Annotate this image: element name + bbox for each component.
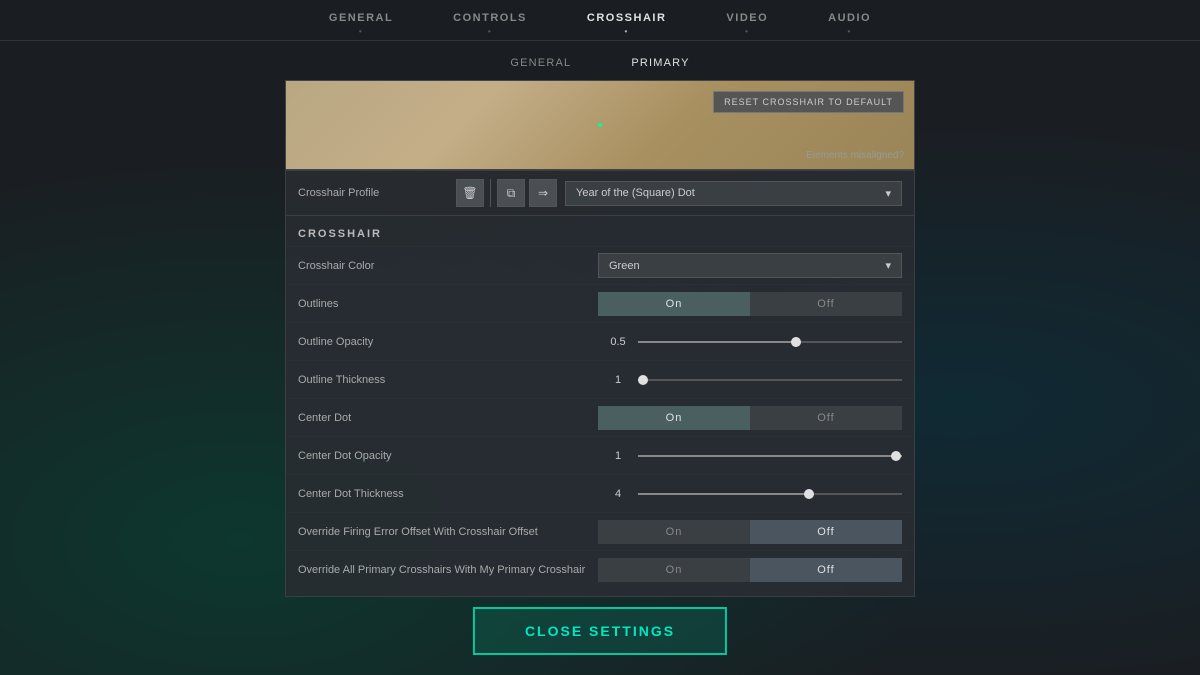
delete-profile-button[interactable]: 🗑: [456, 179, 484, 207]
override-primary-toggle: On Off: [598, 558, 902, 582]
nav-crosshair[interactable]: CROSSHAIR: [587, 12, 667, 32]
profile-selected-value: Year of the (Square) Dot: [576, 187, 695, 199]
override-primary-off-button[interactable]: Off: [750, 558, 902, 582]
slider-thumb: [791, 337, 801, 347]
profile-row: Crosshair Profile 🗑 ⧉ ⇒ Year of the (Squ…: [286, 171, 914, 216]
nav-video[interactable]: VIDEO: [726, 12, 768, 32]
profile-dropdown[interactable]: Year of the (Square) Dot ▾: [565, 181, 902, 206]
crosshair-color-row: Crosshair Color Green ▾: [286, 246, 914, 284]
outline-thickness-value: 1: [598, 374, 638, 386]
outlines-row: Outlines On Off: [286, 284, 914, 322]
subnav-general[interactable]: GENERAL: [480, 51, 601, 75]
slider-fill-3: [638, 455, 902, 457]
center-dot-thickness-row: Center Dot Thickness 4: [286, 474, 914, 512]
inner-lines-section-header: INNER LINES: [286, 588, 914, 596]
elements-misaligned-text: Elements misaligned?: [806, 150, 904, 161]
crosshair-section-header: CROSSHAIR: [286, 216, 914, 246]
main-content: RESET CROSSHAIR TO DEFAULT Elements misa…: [285, 80, 915, 597]
outline-opacity-slider[interactable]: [638, 332, 902, 352]
icon-divider: [490, 179, 491, 207]
close-settings-button[interactable]: CLOSE SETTINGS: [473, 607, 727, 655]
crosshair-color-value: Green: [609, 260, 640, 272]
outline-opacity-value: 0.5: [598, 336, 638, 348]
center-dot-opacity-value: 1: [598, 450, 638, 462]
center-dot-toggle: On Off: [598, 406, 902, 430]
profile-label: Crosshair Profile: [298, 187, 448, 199]
subnav-primary[interactable]: PRIMARY: [601, 51, 719, 75]
override-firing-toggle: On Off: [598, 520, 902, 544]
slider-thumb-4: [804, 489, 814, 499]
reset-crosshair-button[interactable]: RESET CROSSHAIR TO DEFAULT: [713, 91, 904, 113]
outlines-label: Outlines: [298, 298, 598, 310]
center-dot-thickness-label: Center Dot Thickness: [298, 488, 598, 500]
slider-fill-4: [638, 493, 810, 495]
top-navigation: GENERAL CONTROLS CROSSHAIR VIDEO AUDIO: [0, 0, 1200, 41]
center-dot-row: Center Dot On Off: [286, 398, 914, 436]
slider-track-3: [638, 455, 902, 457]
crosshair-color-control: Green ▾: [598, 253, 902, 278]
outline-thickness-row: Outline Thickness 1: [286, 360, 914, 398]
center-dot-off-button[interactable]: Off: [750, 406, 902, 430]
crosshair-preview: RESET CROSSHAIR TO DEFAULT Elements misa…: [285, 80, 915, 170]
crosshair-dot: [598, 123, 602, 127]
slider-fill: [638, 341, 796, 343]
slider-thumb-2: [638, 375, 648, 385]
override-firing-row: Override Firing Error Offset With Crossh…: [286, 512, 914, 550]
center-dot-thickness-value: 4: [598, 488, 638, 500]
outline-opacity-label: Outline Opacity: [298, 336, 598, 348]
settings-scroll-area[interactable]: CROSSHAIR Crosshair Color Green ▾ Outlin…: [286, 216, 914, 596]
sub-navigation: GENERAL PRIMARY: [0, 41, 1200, 75]
import-profile-button[interactable]: ⇒: [529, 179, 557, 207]
crosshair-color-label: Crosshair Color: [298, 260, 598, 272]
dropdown-arrow-icon: ▾: [885, 187, 891, 200]
override-primary-on-button[interactable]: On: [598, 558, 750, 582]
override-firing-off-button[interactable]: Off: [750, 520, 902, 544]
nav-controls[interactable]: CONTROLS: [453, 12, 527, 32]
center-dot-opacity-label: Center Dot Opacity: [298, 450, 598, 462]
slider-track-2: [638, 379, 902, 381]
override-firing-on-button[interactable]: On: [598, 520, 750, 544]
crosshair-color-dropdown[interactable]: Green ▾: [598, 253, 902, 278]
center-dot-on-button[interactable]: On: [598, 406, 750, 430]
outline-opacity-row: Outline Opacity 0.5: [286, 322, 914, 360]
nav-general[interactable]: GENERAL: [329, 12, 393, 32]
slider-track: [638, 341, 902, 343]
outlines-on-button[interactable]: On: [598, 292, 750, 316]
outlines-toggle: On Off: [598, 292, 902, 316]
copy-profile-button[interactable]: ⧉: [497, 179, 525, 207]
slider-track-4: [638, 493, 902, 495]
profile-icons: 🗑 ⧉ ⇒: [456, 179, 557, 207]
outline-thickness-label: Outline Thickness: [298, 374, 598, 386]
center-dot-opacity-row: Center Dot Opacity 1: [286, 436, 914, 474]
settings-panel: Crosshair Profile 🗑 ⧉ ⇒ Year of the (Squ…: [285, 170, 915, 597]
override-primary-row: Override All Primary Crosshairs With My …: [286, 550, 914, 588]
outline-thickness-slider[interactable]: [638, 370, 902, 390]
center-dot-thickness-slider[interactable]: [638, 484, 902, 504]
color-dropdown-arrow: ▾: [885, 259, 891, 272]
center-dot-opacity-slider[interactable]: [638, 446, 902, 466]
override-primary-label: Override All Primary Crosshairs With My …: [298, 564, 598, 576]
override-firing-label: Override Firing Error Offset With Crossh…: [298, 526, 598, 538]
slider-thumb-3: [891, 451, 901, 461]
nav-audio[interactable]: AUDIO: [828, 12, 871, 32]
outlines-off-button[interactable]: Off: [750, 292, 902, 316]
center-dot-label: Center Dot: [298, 412, 598, 424]
